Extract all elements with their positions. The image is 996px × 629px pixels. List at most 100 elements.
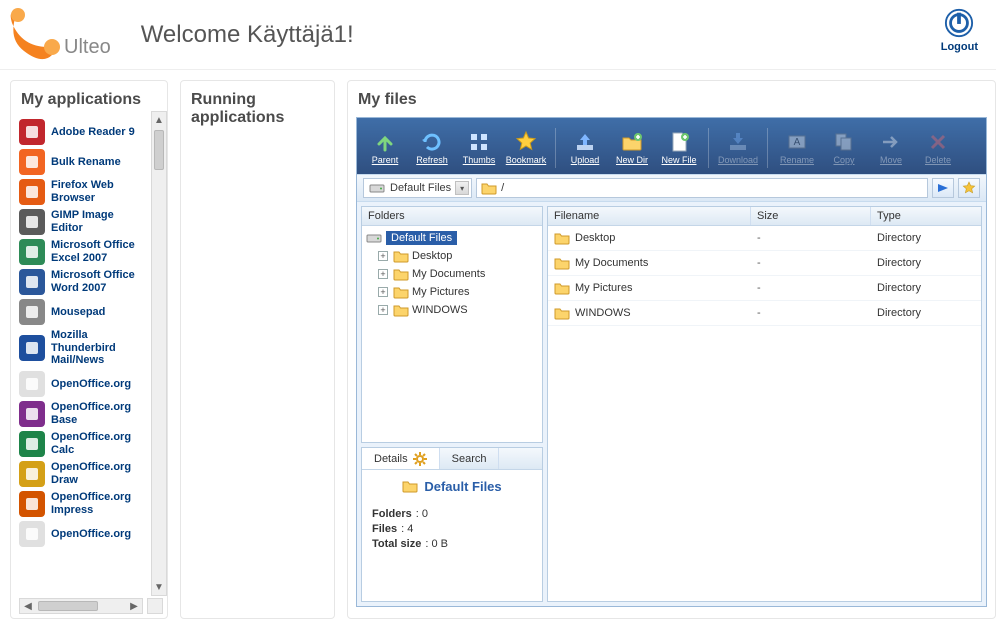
toolbar-separator — [708, 128, 709, 168]
col-type[interactable]: Type — [871, 207, 981, 225]
col-size[interactable]: Size — [751, 207, 871, 225]
expand-icon[interactable]: + — [378, 287, 388, 297]
file-name-cell: Desktop — [548, 228, 751, 248]
folder-icon — [393, 248, 409, 264]
folder-icon — [393, 284, 409, 300]
apps-scrollbar-vertical[interactable]: ▲ ▼ — [151, 111, 167, 596]
col-filename[interactable]: Filename — [548, 207, 751, 225]
expand-icon[interactable]: + — [378, 305, 388, 315]
path-bar: Default Files ▾ / — [357, 174, 986, 202]
folder-tree: Folders Default Files +Desktop+My Docume… — [361, 206, 543, 443]
details-panel: Details — [361, 447, 543, 602]
toolbar-move-button: Move — [869, 128, 913, 167]
tree-item[interactable]: +My Pictures — [364, 283, 540, 301]
list-rows: Desktop-DirectoryMy Documents-DirectoryM… — [548, 226, 981, 326]
file-size-cell: - — [751, 230, 871, 246]
chevron-down-icon[interactable]: ▾ — [455, 181, 469, 195]
folder-icon — [393, 302, 409, 318]
file-type-cell: Directory — [871, 305, 981, 321]
toolbar-newdir-button[interactable]: New Dir — [610, 128, 654, 167]
path-bookmark-button[interactable] — [958, 178, 980, 198]
app-item-gimp[interactable]: GIMP Image Editor — [19, 207, 141, 237]
file-type-cell: Directory — [871, 230, 981, 246]
tree-header: Folders — [362, 207, 542, 226]
app-item-thunderbird[interactable]: Mozilla Thunderbird Mail/News — [19, 327, 141, 369]
app-item-ooo-calc[interactable]: OpenOffice.org Calc — [19, 429, 141, 459]
folder-icon — [554, 305, 570, 321]
tree-root[interactable]: Default Files — [364, 229, 540, 247]
tab-details[interactable]: Details — [362, 448, 440, 469]
scroll-thumb[interactable] — [154, 130, 164, 170]
download-icon — [726, 130, 750, 154]
toolbar-copy-button: Copy — [822, 128, 866, 167]
toolbar-newfile-button[interactable]: New File — [657, 128, 701, 167]
ooo-icon — [19, 371, 45, 397]
apps-title: My applications — [21, 91, 159, 109]
file-row[interactable]: My Documents-Directory — [548, 251, 981, 276]
file-browser-body: Folders Default Files +Desktop+My Docume… — [357, 202, 986, 606]
app-item-ooo-impress[interactable]: OpenOffice.org Impress — [19, 489, 141, 519]
toolbar-parent-button[interactable]: Parent — [363, 128, 407, 167]
toolbar-label: Download — [718, 155, 758, 165]
upload-icon — [573, 130, 597, 154]
volume-name: Default Files — [390, 182, 451, 194]
path-input[interactable]: / — [476, 178, 928, 198]
ooo-impress-icon — [19, 491, 45, 517]
app-item-bulk[interactable]: Bulk Rename — [19, 147, 141, 177]
app-item-ooo[interactable]: OpenOffice.org — [19, 369, 141, 399]
scroll-corner — [147, 598, 163, 614]
folder-icon — [554, 255, 570, 271]
toolbar-label: Delete — [925, 155, 951, 165]
file-size-cell: - — [751, 255, 871, 271]
app-item-ooo-base[interactable]: OpenOffice.org Base — [19, 399, 141, 429]
file-name: Desktop — [575, 232, 615, 244]
app-item-excel[interactable]: Microsoft Office Excel 2007 — [19, 237, 141, 267]
app-label: Firefox Web Browser — [51, 179, 141, 204]
volume-selector[interactable]: Default Files ▾ — [363, 178, 472, 198]
logout-label: Logout — [941, 41, 978, 53]
panel-my-applications: My applications Adobe Reader 9Bulk Renam… — [10, 80, 168, 619]
folder-icon — [554, 230, 570, 246]
tab-search[interactable]: Search — [440, 448, 500, 469]
app-label: Mousepad — [51, 306, 105, 319]
toolbar-rename-button: ARename — [775, 128, 819, 167]
bookmark-icon — [514, 130, 538, 154]
app-item-firefox[interactable]: Firefox Web Browser — [19, 177, 141, 207]
file-name-cell: WINDOWS — [548, 303, 751, 323]
app-label: OpenOffice.org Base — [51, 401, 141, 426]
toolbar-separator — [767, 128, 768, 168]
details-size: Total size: 0 B — [372, 538, 532, 550]
app-item-ooo-draw[interactable]: OpenOffice.org Draw — [19, 459, 141, 489]
scroll-thumb-h[interactable] — [38, 601, 98, 611]
app-label: OpenOffice.org Calc — [51, 431, 141, 456]
file-row[interactable]: My Pictures-Directory — [548, 276, 981, 301]
ulteo-icon — [4, 7, 60, 63]
scroll-up-icon[interactable]: ▲ — [152, 112, 166, 128]
path-go-button[interactable] — [932, 178, 954, 198]
app-item-adobe[interactable]: Adobe Reader 9 — [19, 117, 141, 147]
tree-item[interactable]: +WINDOWS — [364, 301, 540, 319]
ooo-base-icon — [19, 401, 45, 427]
tree-item[interactable]: +My Documents — [364, 265, 540, 283]
toolbar-thumbs-button[interactable]: Thumbs — [457, 128, 501, 167]
toolbar-upload-button[interactable]: Upload — [563, 128, 607, 167]
file-row[interactable]: WINDOWS-Directory — [548, 301, 981, 326]
tree-item[interactable]: +Desktop — [364, 247, 540, 265]
toolbar-bookmark-button[interactable]: Bookmark — [504, 128, 548, 167]
app-item-word[interactable]: Microsoft Office Word 2007 — [19, 267, 141, 297]
scroll-left-icon[interactable]: ◀ — [20, 599, 36, 613]
delete-icon — [926, 130, 950, 154]
app-item-ooo2[interactable]: OpenOffice.org — [19, 519, 141, 549]
path-text: / — [501, 182, 504, 194]
app-item-mousepad[interactable]: Mousepad — [19, 297, 141, 327]
file-row[interactable]: Desktop -Directory — [548, 226, 981, 251]
toolbar-refresh-button[interactable]: Refresh — [410, 128, 454, 167]
scroll-down-icon[interactable]: ▼ — [152, 579, 166, 595]
expand-icon[interactable]: + — [378, 269, 388, 279]
expand-icon[interactable]: + — [378, 251, 388, 261]
move-icon — [879, 130, 903, 154]
scroll-right-icon[interactable]: ▶ — [126, 599, 142, 613]
file-toolbar: ParentRefreshThumbsBookmark UploadNew Dir… — [357, 118, 986, 174]
logout-button[interactable]: Logout — [941, 8, 978, 53]
apps-scrollbar-horizontal[interactable]: ◀ ▶ — [19, 598, 143, 614]
